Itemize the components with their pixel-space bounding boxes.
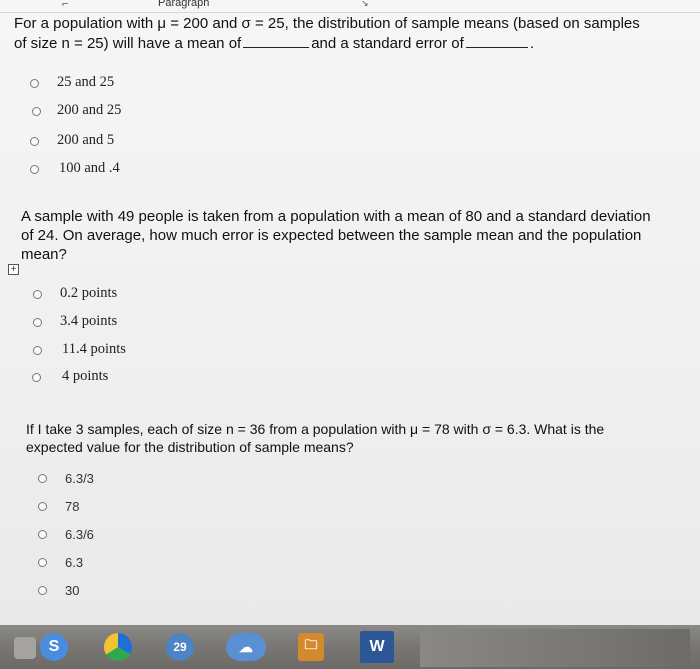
- q3-option-3[interactable]: [38, 523, 47, 545]
- question-3-line-1: If I take 3 samples, each of size n = 36…: [26, 421, 605, 437]
- q3-option-2[interactable]: [38, 495, 47, 517]
- dialog-launcher-icon[interactable]: ⌐: [62, 0, 68, 10]
- radio-button[interactable]: [38, 585, 47, 595]
- mean-blank: [243, 33, 310, 48]
- q2-option-3[interactable]: [33, 339, 42, 361]
- q1-option-1[interactable]: [30, 72, 39, 94]
- radio-button[interactable]: [33, 345, 42, 355]
- q3-option-5-label: 30: [65, 583, 80, 598]
- radio-button[interactable]: [32, 106, 41, 116]
- q3-option-4[interactable]: [38, 551, 47, 573]
- document-page: ⌐ Paragraph ↘ For a population with μ = …: [0, 0, 700, 625]
- radio-button[interactable]: [33, 317, 42, 327]
- question-1-line-2: of size n = 25) will have a mean of and a…: [14, 33, 534, 52]
- formatting-toolbar: ⌐ Paragraph ↘: [0, 0, 700, 13]
- q1-option-2-label: 200 and 25: [57, 102, 122, 118]
- radio-button[interactable]: [33, 289, 42, 299]
- question-2-text: A sample with 49 people is taken from a …: [21, 207, 698, 264]
- radio-button[interactable]: [32, 372, 41, 382]
- q3-option-5[interactable]: [38, 579, 47, 601]
- q2-option-2-label: 3.4 points: [60, 313, 118, 329]
- calendar-icon[interactable]: 29: [166, 633, 194, 661]
- q1-option-4[interactable]: [30, 158, 39, 180]
- radio-button[interactable]: [30, 136, 39, 146]
- q1-option-4-label: 100 and .4: [59, 160, 120, 176]
- radio-button[interactable]: [38, 557, 47, 567]
- q2-option-1-label: 0.2 points: [60, 285, 118, 301]
- q2-option-2[interactable]: [33, 311, 42, 333]
- q3-option-1[interactable]: [38, 467, 47, 489]
- taskbar: S 29 ☁ 🗀 W: [0, 625, 700, 669]
- radio-button[interactable]: [38, 501, 47, 511]
- standard-error-blank: [465, 33, 528, 48]
- q2-option-3-label: 11.4 points: [62, 341, 126, 357]
- folder-icon[interactable]: 🗀: [298, 633, 324, 661]
- expand-arrow-icon[interactable]: ↘: [361, 0, 369, 9]
- q1-option-3[interactable]: [30, 130, 39, 152]
- q3-option-2-label: 78: [65, 499, 80, 514]
- paragraph-style-label[interactable]: Paragraph: [158, 0, 209, 9]
- radio-button[interactable]: [30, 78, 39, 88]
- radio-button[interactable]: [30, 164, 39, 174]
- question-1-line-1: For a population with μ = 200 and σ = 25…: [14, 15, 640, 32]
- q1-option-2[interactable]: [32, 100, 41, 122]
- q1-option-3-label: 200 and 5: [57, 132, 115, 148]
- radio-button[interactable]: [38, 529, 47, 539]
- question-3-text: If I take 3 samples, each of size n = 36…: [26, 420, 698, 456]
- question-2-line-1: A sample with 49 people is taken from a …: [21, 208, 651, 225]
- question-2-line-3: mean?: [21, 246, 67, 263]
- q3-option-4-label: 6.3: [65, 555, 84, 570]
- chrome-icon[interactable]: [104, 633, 132, 661]
- word-icon[interactable]: W: [360, 631, 394, 663]
- expand-plus-icon[interactable]: +: [8, 264, 19, 275]
- cloud-icon[interactable]: ☁: [226, 633, 266, 661]
- q2-option-1[interactable]: [33, 283, 42, 305]
- q3-option-1-label: 6.3/3: [65, 471, 94, 486]
- q1-option-1-label: 25 and 25: [57, 74, 115, 90]
- question-2-line-2: of 24. On average, how much error is exp…: [21, 227, 642, 244]
- skype-icon[interactable]: S: [40, 633, 68, 661]
- radio-button[interactable]: [38, 473, 47, 483]
- start-button-icon[interactable]: [14, 637, 36, 659]
- q2-option-4-label: 4 points: [62, 368, 109, 384]
- q2-option-4[interactable]: [32, 366, 41, 388]
- question-1-text: For a population with μ = 200 and σ = 25…: [14, 14, 698, 53]
- question-3-line-2: expected value for the distribution of s…: [26, 439, 354, 455]
- q3-option-3-label: 6.3/6: [65, 527, 94, 542]
- taskbar-tray: [420, 629, 690, 667]
